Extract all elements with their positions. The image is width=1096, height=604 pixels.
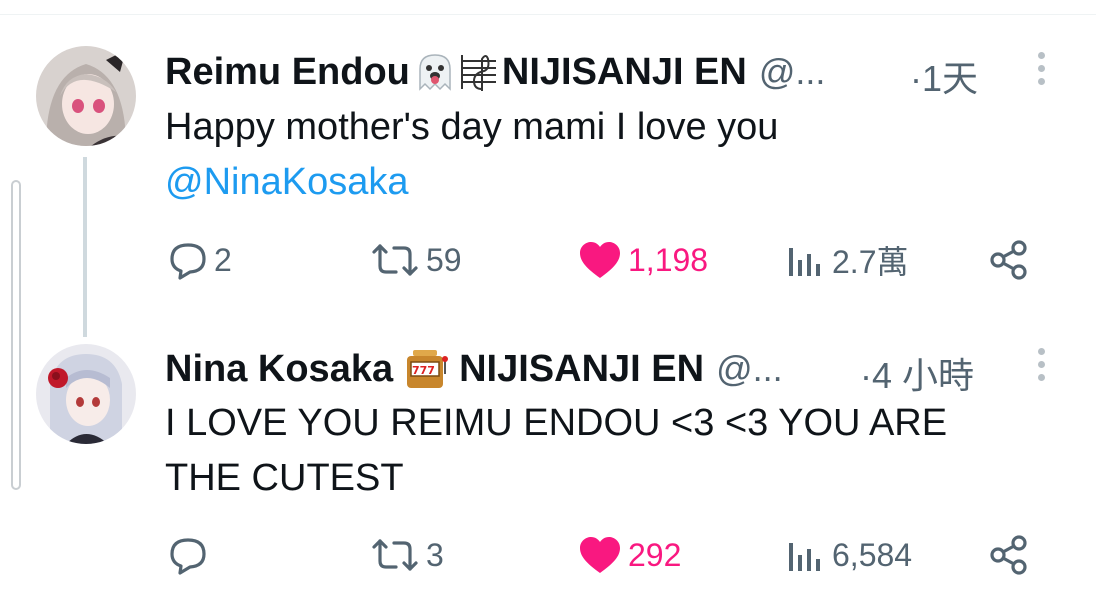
- views-button[interactable]: 2.7萬: [786, 235, 909, 285]
- reply-icon: [168, 240, 208, 280]
- mention-link[interactable]: @NinaKosaka: [165, 155, 778, 210]
- views-chart-icon: [786, 240, 826, 280]
- scrollbar[interactable]: [11, 180, 21, 490]
- reply-button[interactable]: 2: [168, 235, 232, 285]
- like-button[interactable]: 1,198: [578, 235, 708, 285]
- org-name[interactable]: NIJISANJI EN: [459, 348, 704, 391]
- reply-icon: [168, 535, 208, 575]
- slot-machine-icon: 777: [403, 348, 449, 390]
- more-options-icon[interactable]: [1038, 52, 1046, 85]
- retweet-button[interactable]: 3: [370, 530, 444, 580]
- handle[interactable]: @...: [716, 348, 783, 390]
- reply-count: 2: [214, 241, 232, 278]
- share-icon: [988, 239, 1030, 281]
- heart-icon: [578, 240, 622, 280]
- retweet-count: 59: [426, 241, 462, 278]
- like-count: 292: [628, 536, 682, 573]
- views-chart-icon: [786, 535, 826, 575]
- display-name[interactable]: Nina Kosaka: [165, 348, 393, 391]
- tweet-text: Happy mother's day mami I love you @Nina…: [165, 100, 778, 210]
- ghost-tongue-icon: [414, 51, 456, 93]
- views-button[interactable]: 6,584: [786, 530, 912, 580]
- timestamp[interactable]: ·1天: [910, 50, 978, 102]
- display-name[interactable]: Reimu Endou: [165, 51, 410, 94]
- handle[interactable]: @...: [759, 51, 826, 93]
- avatar-nina[interactable]: [36, 344, 136, 444]
- view-count: 6,584: [832, 536, 913, 573]
- tweet-text: I LOVE YOU REIMU ENDOU <3 <3 YOU ARE THE…: [165, 396, 947, 506]
- share-button[interactable]: [988, 530, 1030, 580]
- avatar-reimu[interactable]: [36, 46, 136, 146]
- org-name[interactable]: NIJISANJI EN: [502, 51, 747, 94]
- retweet-button[interactable]: 59: [370, 235, 462, 285]
- tweet-text-line: Happy mother's day mami I love you: [165, 106, 779, 148]
- music-note-icon: [460, 51, 498, 93]
- retweet-icon: [370, 535, 420, 575]
- like-count: 1,198: [628, 241, 709, 278]
- more-options-icon[interactable]: [1038, 348, 1046, 381]
- top-divider: [0, 14, 1096, 15]
- share-icon: [988, 534, 1030, 576]
- retweet-icon: [370, 240, 420, 280]
- tweet-text-line: I LOVE YOU REIMU ENDOU <3 <3 YOU ARE: [165, 402, 948, 444]
- reply-button[interactable]: [168, 530, 214, 580]
- timestamp[interactable]: ·4 小時: [860, 347, 974, 399]
- tweet-actions: 3 292 6,584: [0, 530, 1096, 580]
- tweet-actions: 2 59 1,198 2.7萬: [0, 235, 1096, 285]
- retweet-count: 3: [426, 536, 444, 573]
- view-count: 2.7萬: [832, 244, 909, 280]
- share-button[interactable]: [988, 235, 1030, 285]
- like-button[interactable]: 292: [578, 530, 681, 580]
- svg-text:777: 777: [412, 364, 435, 377]
- heart-icon: [578, 535, 622, 575]
- tweet-text-line: THE CUTEST: [165, 457, 404, 499]
